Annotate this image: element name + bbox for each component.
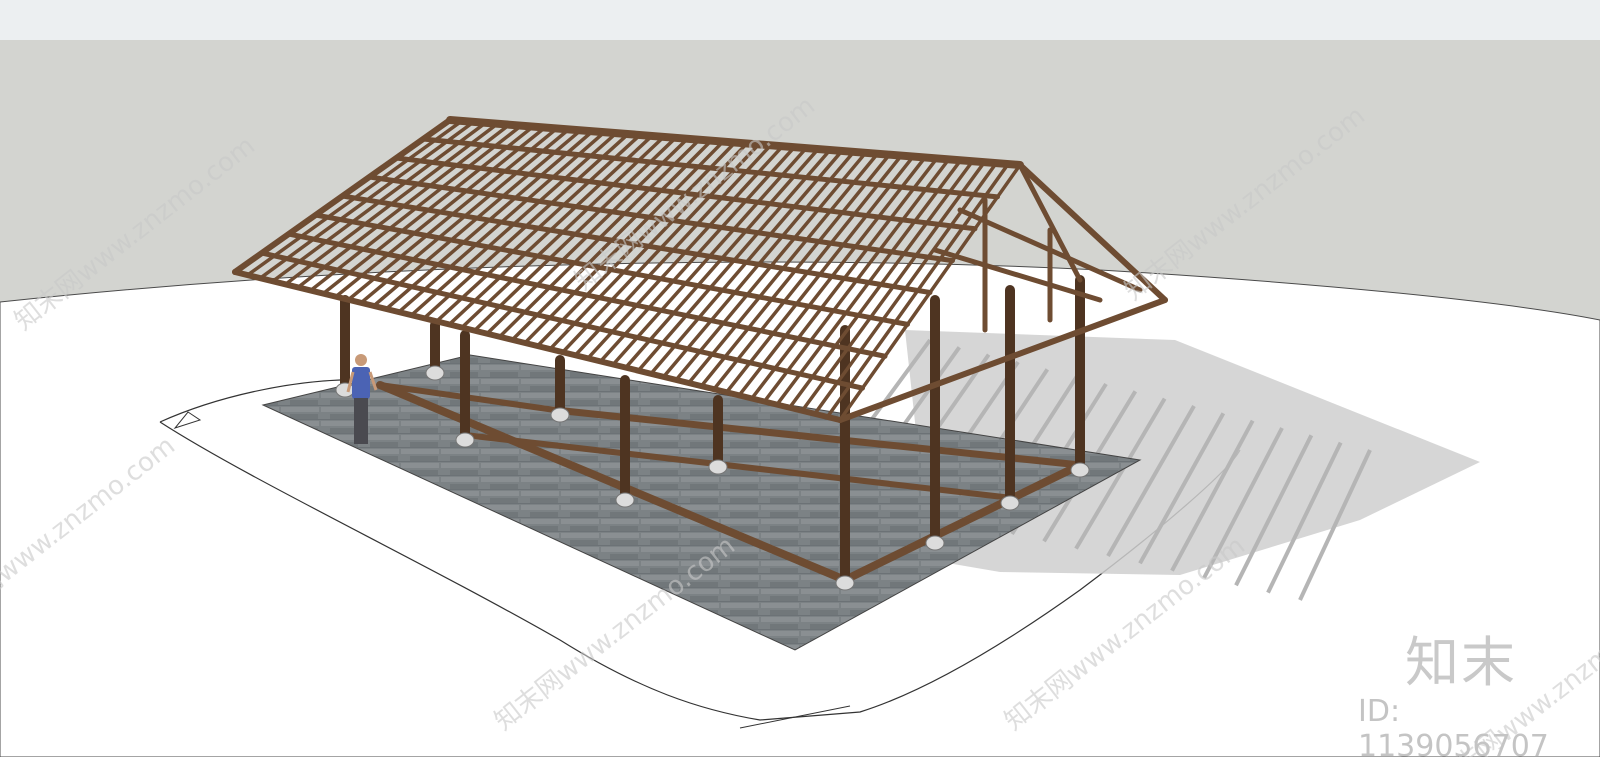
watermark-brand: 知末	[1405, 631, 1517, 694]
person-head	[355, 354, 367, 366]
stone-plinth	[1070, 462, 1090, 478]
person-shirt	[352, 367, 370, 399]
sketchup-viewport: 知末网www.znzmo.com 知末网www.znzmo.com 知末网www.z…	[0, 0, 1600, 757]
watermark-id: ID: 1139056707	[1358, 694, 1549, 764]
stone-plinth	[455, 432, 475, 448]
stone-plinth	[708, 459, 728, 475]
stone-plinth	[425, 365, 445, 381]
stone-plinth	[925, 535, 945, 551]
stone-plinth	[550, 407, 570, 423]
stone-plinth	[335, 382, 355, 398]
person-legs	[354, 398, 368, 444]
sky-band	[0, 0, 1600, 40]
stone-plinth	[835, 575, 855, 591]
stone-plinth	[1000, 495, 1020, 511]
stone-plinth	[615, 492, 635, 508]
